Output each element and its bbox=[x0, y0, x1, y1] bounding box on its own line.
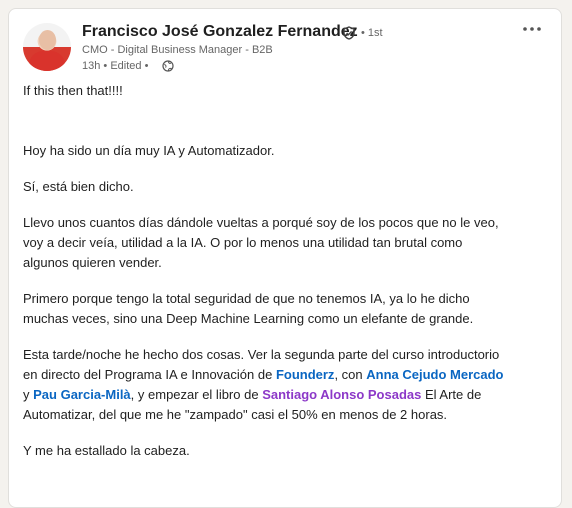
post-line: Automatizar, del que me he "zampado" cas… bbox=[23, 407, 448, 422]
post-text: en directo del Programa IA e Innovación … bbox=[23, 367, 276, 382]
post-paragraph: If this then that!!!! bbox=[23, 83, 123, 98]
post-text: El Arte de bbox=[421, 387, 482, 402]
post-line: en directo del Programa IA e Innovación … bbox=[23, 365, 553, 385]
avatar-head bbox=[39, 30, 56, 50]
avatar-shirt bbox=[29, 51, 65, 71]
globe-icon bbox=[162, 60, 174, 72]
post-paragraph: Hoy ha sido un día muy IA y Automatizado… bbox=[23, 143, 275, 158]
post-text: , con bbox=[334, 367, 367, 382]
author-avatar[interactable] bbox=[23, 23, 71, 71]
person-mention-link[interactable]: Santiago Alonso Posadas bbox=[262, 387, 421, 402]
person-mention-link[interactable]: Anna Cejudo Mercado bbox=[366, 367, 503, 382]
post-line: Llevo unos cuantos días dándole vueltas … bbox=[23, 215, 499, 230]
post-paragraph: Sí, está bien dicho. bbox=[23, 179, 134, 194]
author-name[interactable]: Francisco José Gonzalez Fernandez bbox=[82, 23, 358, 41]
post-body: If this then that!!!! Hoy ha sido un día… bbox=[23, 81, 553, 461]
post-line: algunos quieren vender. bbox=[23, 255, 162, 270]
post-line: muchas veces, sino una Deep Machine Lear… bbox=[23, 311, 474, 326]
post-timestamp: 13h • Edited • bbox=[82, 60, 149, 72]
post-text: y bbox=[23, 387, 34, 402]
person-mention-link[interactable]: Pau Garcia-Milà bbox=[33, 387, 131, 402]
connection-degree: • 1st bbox=[361, 27, 383, 39]
post-line: Esta tarde/noche he hecho dos cosas. Ver… bbox=[23, 347, 500, 362]
post-line: y Pau Garcia-Milà, y empezar el libro de… bbox=[23, 385, 553, 405]
post-paragraph: Y me ha estallado la cabeza. bbox=[23, 443, 190, 458]
verified-shield-icon bbox=[343, 26, 355, 40]
post-card: Francisco José Gonzalez Fernandez • 1st … bbox=[8, 8, 562, 508]
post-line: voy a decir veía, utilidad a la IA. O po… bbox=[23, 235, 463, 250]
post-text: , y empezar el libro de bbox=[130, 387, 263, 402]
author-headline: CMO - Digital Business Manager - B2B bbox=[82, 44, 273, 56]
post-line: Primero porque tengo la total seguridad … bbox=[23, 291, 470, 306]
more-options-icon[interactable] bbox=[521, 23, 543, 35]
company-mention-link[interactable]: Founderz bbox=[276, 367, 335, 382]
